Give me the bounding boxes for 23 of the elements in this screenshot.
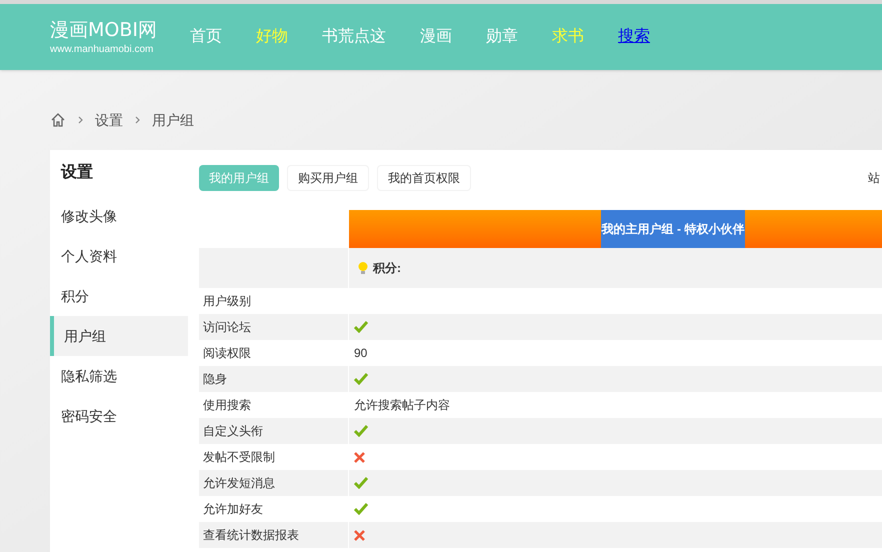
permission-value: 90 (354, 345, 368, 362)
chevron-icon (78, 116, 83, 124)
score-label: 积分: (373, 260, 401, 277)
breadcrumb-link[interactable]: 设置 (95, 110, 123, 130)
permission-value: 允许搜索帖子内容 (354, 397, 450, 414)
sidebar-item[interactable]: 个人资料 (50, 236, 188, 276)
sidebar-item[interactable]: 积分 (50, 276, 188, 316)
nav-link[interactable]: 搜索 (618, 25, 650, 49)
breadcrumb-link[interactable]: 用户组 (152, 110, 194, 130)
chevron-icon (135, 116, 140, 124)
tab[interactable]: 购买用户组 (287, 165, 369, 191)
sidebar-item[interactable]: 密码安全 (50, 396, 188, 436)
home-icon[interactable] (50, 112, 66, 128)
tab[interactable]: 我的首页权限 (377, 165, 471, 191)
logo-url: www.manhuamobi.com (50, 42, 154, 56)
site-link[interactable]: 站 (868, 169, 882, 187)
sidebar-item[interactable]: 隐私筛选 (50, 356, 188, 396)
sidebar-item[interactable]: 用户组 (50, 316, 188, 356)
lightbulb-icon (357, 261, 369, 275)
permission-label: 查看统计数据报表 (199, 522, 349, 548)
sidebar-title: 设置 (60, 162, 94, 183)
group-header: 我的主用户组 - 特权小伙伴 (601, 210, 745, 248)
sidebar-item[interactable]: 修改头像 (50, 196, 188, 236)
